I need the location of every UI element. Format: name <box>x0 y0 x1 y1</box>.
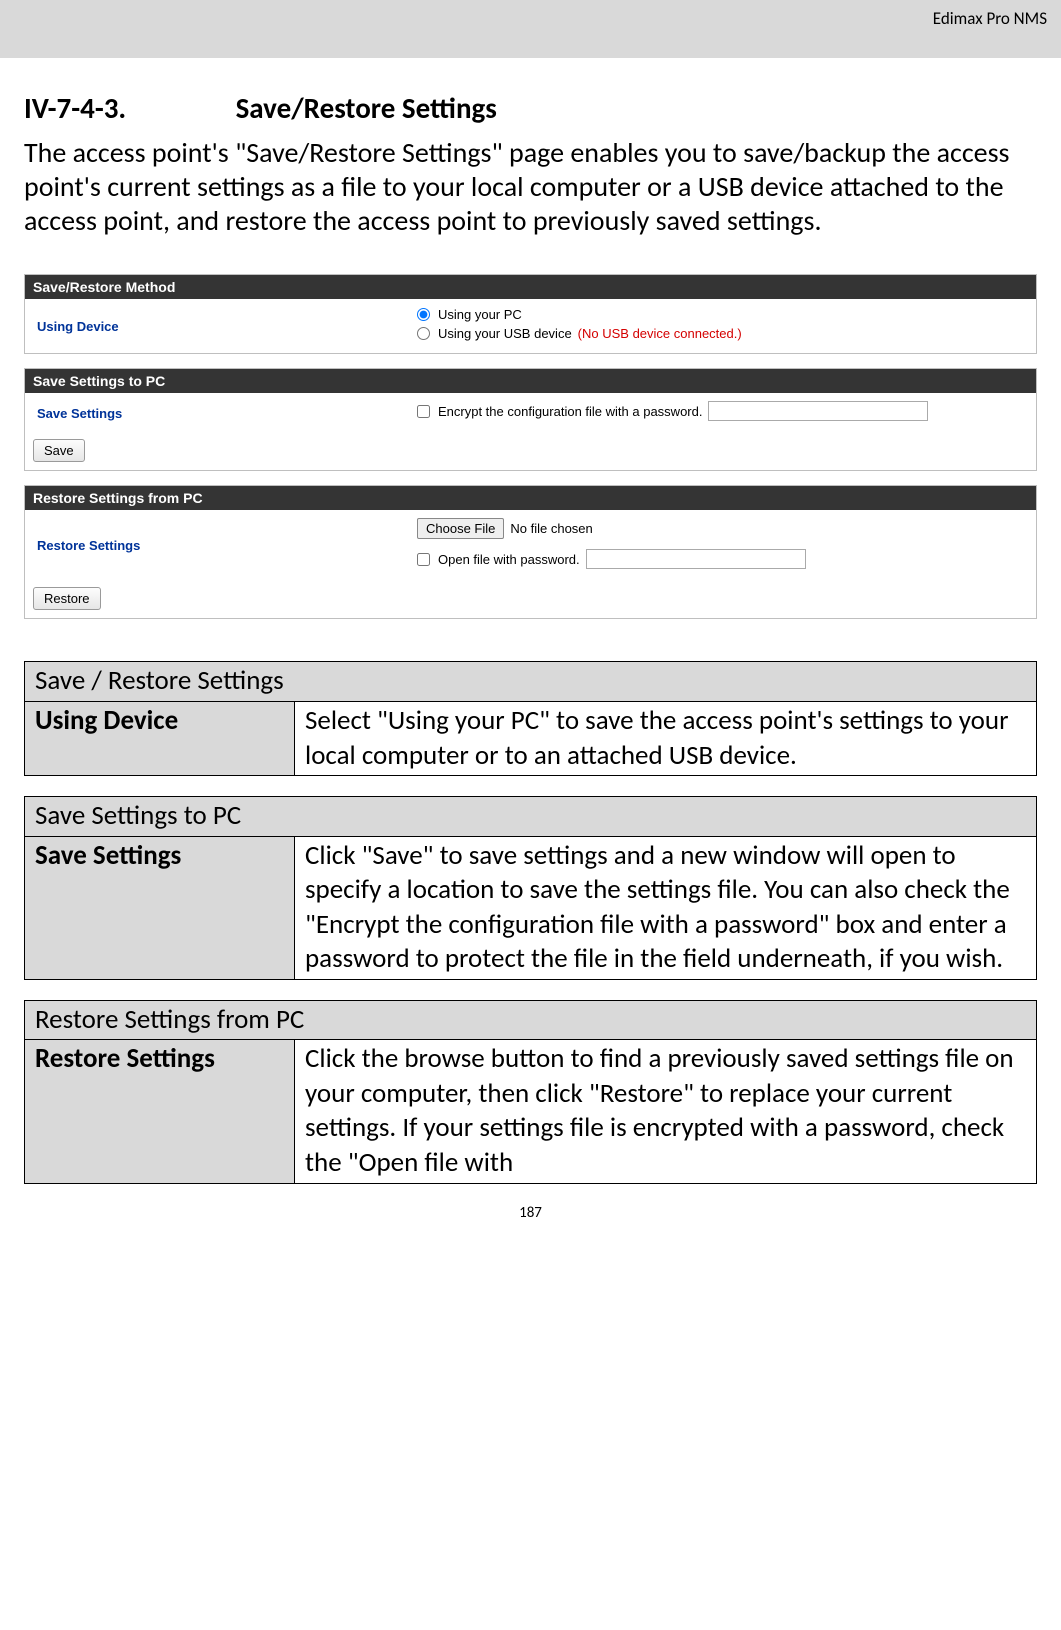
t1-row-label: Using Device <box>25 702 295 776</box>
t1-caption: Save / Restore Settings <box>25 662 1037 702</box>
radio-using-usb[interactable] <box>417 327 430 340</box>
table-save-settings-to-pc: Save Settings to PC Save Settings Click … <box>24 796 1037 980</box>
t3-row-label: Restore Settings <box>25 1040 295 1183</box>
restore-button[interactable]: Restore <box>33 587 101 610</box>
open-password-input[interactable] <box>586 549 806 569</box>
table-save-restore-settings: Save / Restore Settings Using Device Sel… <box>24 661 1037 776</box>
radio-using-usb-label: Using your USB device <box>438 326 572 341</box>
t3-caption: Restore Settings from PC <box>25 1000 1037 1040</box>
table-restore-settings-from-pc: Restore Settings from PC Restore Setting… <box>24 1000 1037 1184</box>
open-with-password-checkbox[interactable] <box>417 553 430 566</box>
t2-row-desc: Click "Save" to save settings and a new … <box>295 836 1037 979</box>
save-settings-label: Save Settings <box>37 406 417 421</box>
encrypt-checkbox[interactable] <box>417 405 430 418</box>
choose-file-button[interactable]: Choose File <box>417 518 504 539</box>
radio-using-pc-label: Using your PC <box>438 307 522 322</box>
page-header-bar: Edimax Pro NMS <box>0 0 1061 58</box>
t1-row-desc: Select "Using your PC" to save the acces… <box>295 702 1037 776</box>
encrypt-password-input[interactable] <box>708 401 928 421</box>
page-number: 187 <box>0 1204 1061 1222</box>
section-number: IV-7-4-3. <box>24 90 229 126</box>
intro-paragraph: The access point's "Save/Restore Setting… <box>24 136 1037 238</box>
restore-settings-label: Restore Settings <box>37 538 417 553</box>
section-heading: IV-7-4-3. Save/Restore Settings <box>24 90 1037 126</box>
t3-row-desc: Click the browse button to find a previo… <box>295 1040 1037 1183</box>
save-button[interactable]: Save <box>33 439 85 462</box>
radio-using-pc[interactable] <box>417 308 430 321</box>
t2-caption: Save Settings to PC <box>25 797 1037 837</box>
brand-text: Edimax Pro NMS <box>933 8 1047 29</box>
file-chosen-status: No file chosen <box>510 521 592 536</box>
panel-restore-from-pc: Restore Settings from PC Restore Setting… <box>24 485 1037 619</box>
encrypt-label: Encrypt the configuration file with a pa… <box>438 404 702 419</box>
t2-row-label: Save Settings <box>25 836 295 979</box>
open-with-password-label: Open file with password. <box>438 552 580 567</box>
panel-header-save-to-pc: Save Settings to PC <box>25 369 1036 393</box>
panel-header-restore-from-pc: Restore Settings from PC <box>25 486 1036 510</box>
section-title: Save/Restore Settings <box>236 90 497 126</box>
panel-save-to-pc: Save Settings to PC Save Settings Encryp… <box>24 368 1037 471</box>
panel-header-method: Save/Restore Method <box>25 275 1036 299</box>
panel-save-restore-method: Save/Restore Method Using Device Using y… <box>24 274 1037 354</box>
usb-note: (No USB device connected.) <box>578 326 742 341</box>
method-label: Using Device <box>37 319 417 334</box>
